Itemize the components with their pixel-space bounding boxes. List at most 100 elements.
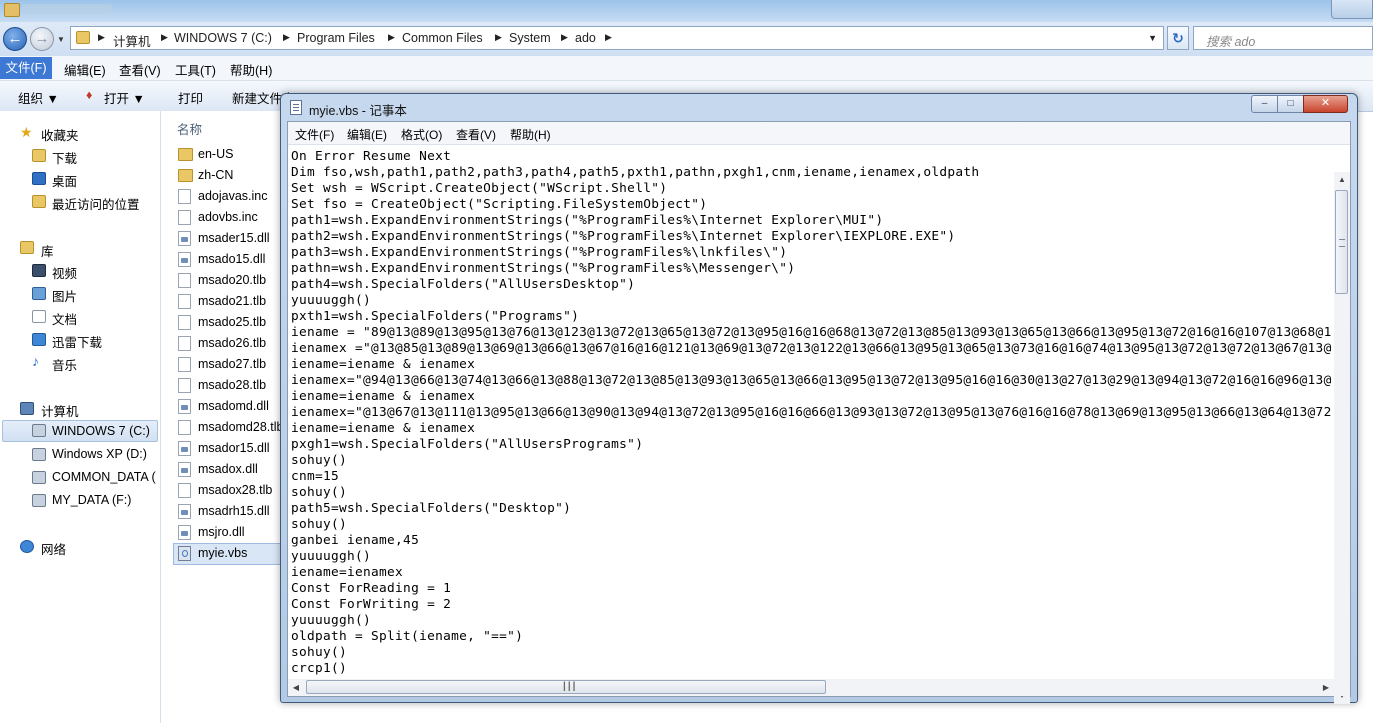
minimize-button[interactable] <box>1331 0 1373 19</box>
scroll-right-icon[interactable]: ▶ <box>1318 679 1334 696</box>
breadcrumb-chevron-icon[interactable]: ▶ <box>561 32 568 43</box>
file-name: msado26.tlb <box>198 336 267 350</box>
horizontal-scrollbar[interactable]: ◀ ┃┃┃ ▶ <box>288 679 1334 696</box>
organize-button[interactable]: 组织 ▼ <box>18 88 59 107</box>
minimize-button[interactable]: ‒ <box>1251 95 1278 113</box>
breadcrumb-drive[interactable]: WINDOWS 7 (C:) <box>174 31 272 45</box>
file-row[interactable]: msader15.dll <box>176 228 286 249</box>
scroll-up-icon[interactable]: ▲ <box>1334 172 1350 188</box>
forward-button[interactable]: → <box>30 27 54 51</box>
vertical-scrollbar[interactable]: ▲ ▼ <box>1334 172 1350 704</box>
drive-d-icon <box>32 448 46 461</box>
menu-tools[interactable]: 工具(T) <box>175 60 216 79</box>
file-row[interactable]: msado28.tlb <box>176 375 286 396</box>
open-with-icon: ♦ <box>86 88 93 102</box>
nav-drive-e[interactable]: COMMON_DATA ( <box>52 470 156 484</box>
file-row[interactable]: zh-CN <box>176 165 286 186</box>
np-menu-file[interactable]: 文件(F) <box>295 126 334 143</box>
folder-icon <box>4 3 20 17</box>
refresh-button[interactable]: ↻ <box>1167 26 1189 50</box>
nav-network[interactable]: 网络 <box>41 539 66 558</box>
text-editor[interactable]: On Error Resume Next Dim fso,wsh,path1,pa… <box>291 149 1331 677</box>
nav-desktop[interactable]: 桌面 <box>52 171 77 190</box>
breadcrumb-system[interactable]: System <box>509 31 551 45</box>
column-header-name[interactable]: 名称 <box>177 119 202 138</box>
file-row[interactable]: msadox28.tlb <box>176 480 286 501</box>
nav-music[interactable]: 音乐 <box>52 355 77 374</box>
breadcrumb-program-files[interactable]: Program Files <box>297 31 375 45</box>
downloads-folder-icon <box>32 149 46 162</box>
code-line: sohuy() <box>291 645 348 660</box>
nav-drive-f[interactable]: MY_DATA (F:) <box>52 493 131 507</box>
file-row[interactable]: msado15.dll <box>176 249 286 270</box>
open-button[interactable]: 打开 ▼ <box>104 88 145 107</box>
back-button[interactable]: ← <box>3 27 27 51</box>
scroll-left-icon[interactable]: ◀ <box>288 679 304 696</box>
nav-downloads[interactable]: 下载 <box>52 148 77 167</box>
nav-pictures[interactable]: 图片 <box>52 286 77 305</box>
menu-edit[interactable]: 编辑(E) <box>64 60 106 79</box>
nav-computer[interactable]: 计算机 <box>41 401 79 420</box>
breadcrumb-chevron-icon[interactable]: ▶ <box>495 32 502 43</box>
menu-help[interactable]: 帮助(H) <box>230 60 272 79</box>
breadcrumb-chevron-icon[interactable]: ▶ <box>283 32 290 43</box>
breadcrumb-common-files[interactable]: Common Files <box>402 31 483 45</box>
file-row[interactable]: msado20.tlb <box>176 270 286 291</box>
code-line: Set fso = CreateObject("Scripting.FileSy… <box>291 197 708 212</box>
folder-icon <box>178 148 193 161</box>
file-name: msadox.dll <box>198 462 258 476</box>
breadcrumb-chevron-icon[interactable]: ▶ <box>98 32 105 43</box>
print-button[interactable]: 打印 <box>178 88 203 107</box>
file-row[interactable]: msado21.tlb <box>176 291 286 312</box>
nav-drive-c[interactable]: WINDOWS 7 (C:) <box>52 424 150 438</box>
horizontal-scroll-thumb[interactable]: ┃┃┃ <box>306 680 826 694</box>
file-row[interactable]: msadomd28.tlb <box>176 417 286 438</box>
file-row[interactable]: msadrh15.dll <box>176 501 286 522</box>
file-icon <box>178 315 191 330</box>
np-menu-help[interactable]: 帮助(H) <box>510 126 551 143</box>
breadcrumb-ado[interactable]: ado <box>575 31 596 45</box>
file-icon <box>178 357 191 372</box>
file-row[interactable]: msadomd.dll <box>176 396 286 417</box>
dll-file-icon <box>178 441 191 456</box>
np-menu-edit[interactable]: 编辑(E) <box>347 126 387 143</box>
file-row[interactable]: en-US <box>176 144 286 165</box>
code-line: cnm=15 <box>291 469 340 484</box>
file-row[interactable]: adojavas.inc <box>176 186 286 207</box>
menu-file[interactable]: 文件(F) <box>0 57 52 79</box>
documents-icon <box>32 310 46 323</box>
menu-view[interactable]: 查看(V) <box>119 60 161 79</box>
search-input[interactable]: 搜索 ado <box>1193 26 1373 50</box>
nav-recent-places[interactable]: 最近访问的位置 <box>52 194 140 213</box>
address-dropdown-icon[interactable]: ▼ <box>1148 33 1157 43</box>
nav-documents[interactable]: 文档 <box>52 309 77 328</box>
nav-videos[interactable]: 视频 <box>52 263 77 282</box>
file-row[interactable]: msado26.tlb <box>176 333 286 354</box>
vertical-scroll-thumb[interactable] <box>1335 190 1348 294</box>
breadcrumb-computer[interactable]: 计算机 <box>113 31 151 50</box>
recent-pages-dropdown[interactable]: ▼ <box>57 35 65 44</box>
file-name: msado21.tlb <box>198 294 267 308</box>
np-menu-format[interactable]: 格式(O) <box>401 126 442 143</box>
address-bar[interactable]: ▶ 计算机 ▶ WINDOWS 7 (C:) ▶ Program Files ▶… <box>70 26 1164 50</box>
file-row[interactable]: adovbs.inc <box>176 207 286 228</box>
breadcrumb-chevron-icon[interactable]: ▶ <box>161 32 168 43</box>
file-row[interactable]: msado25.tlb <box>176 312 286 333</box>
file-row[interactable]: myie.vbs <box>176 543 286 564</box>
np-menu-view[interactable]: 查看(V) <box>456 126 496 143</box>
file-row[interactable]: msado27.tlb <box>176 354 286 375</box>
breadcrumb-chevron-icon[interactable]: ▶ <box>388 32 395 43</box>
dll-file-icon <box>178 504 191 519</box>
dll-file-icon <box>178 462 191 477</box>
nav-favorites[interactable]: 收藏夹 <box>41 125 79 144</box>
nav-thunder-download[interactable]: 迅雷下载 <box>52 332 102 351</box>
file-name: msado15.dll <box>198 252 266 266</box>
nav-libraries[interactable]: 库 <box>41 241 54 260</box>
close-button[interactable]: ✕ <box>1303 95 1348 113</box>
file-row[interactable]: msadox.dll <box>176 459 286 480</box>
nav-drive-d[interactable]: Windows XP (D:) <box>52 447 147 461</box>
maximize-button[interactable]: □ <box>1277 95 1304 113</box>
file-row[interactable]: msjro.dll <box>176 522 286 543</box>
file-row[interactable]: msador15.dll <box>176 438 286 459</box>
breadcrumb-chevron-icon[interactable]: ▶ <box>605 32 612 43</box>
